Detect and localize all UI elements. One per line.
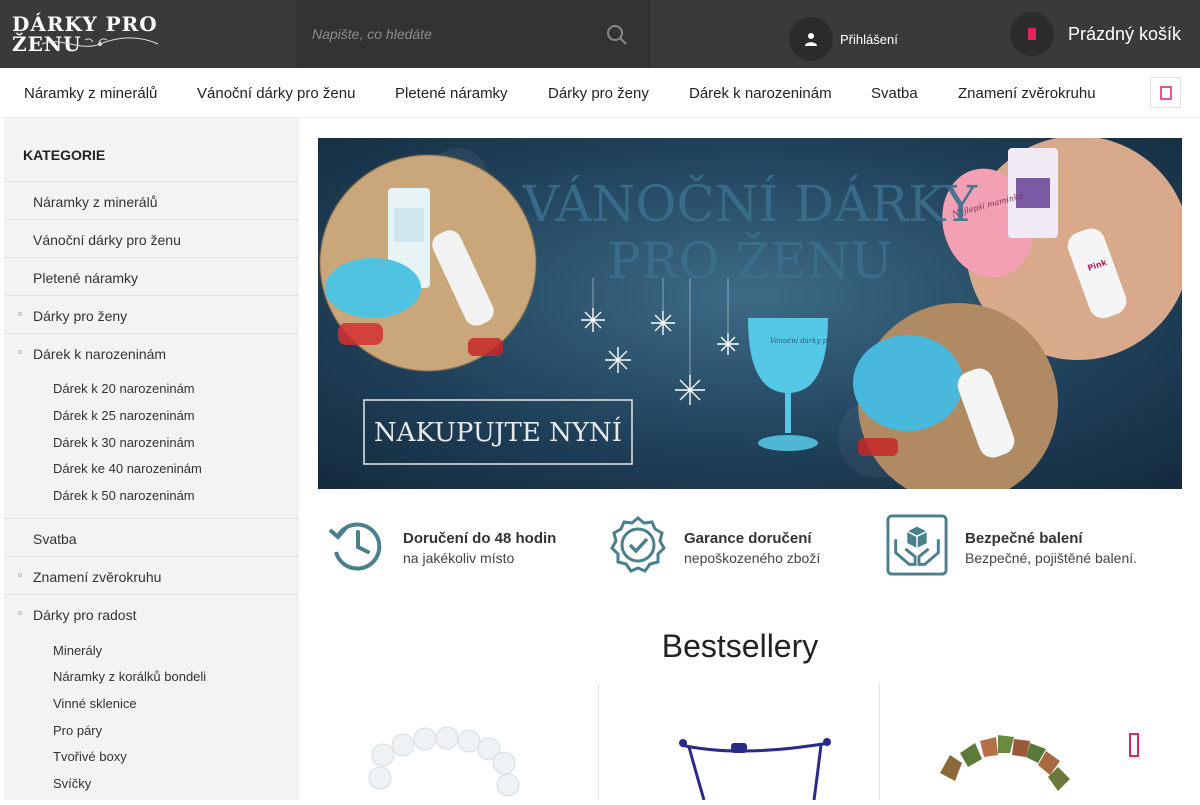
sidebar-title: KATEGORIE (23, 147, 106, 163)
feature-guarantee: Garance doručení nepoškozeného zboží (607, 514, 867, 578)
sidebar-subitem[interactable]: Dárek k 50 narozeninám (53, 488, 195, 503)
sidebar-item-darky-pro-zeny[interactable]: Dárky pro ženy (4, 295, 299, 333)
menu-toggle-button[interactable] (1150, 77, 1181, 108)
sidebar-subitem[interactable]: Dárek k 20 narozeninám (53, 381, 195, 396)
feature-subtitle: Bezpečné, pojištěné balení. (965, 550, 1138, 566)
search-input[interactable] (312, 24, 592, 44)
cart-label: Prázdný košík (1068, 23, 1182, 44)
sidebar-item-naramky-z-mineralu[interactable]: Náramky z minerálů (4, 181, 299, 219)
nav-item-darky-pro-zeny[interactable]: Dárky pro ženy (548, 85, 649, 102)
feature-title: Garance doručení (684, 530, 812, 547)
badge-check-icon (610, 516, 666, 573)
sidebar-subitem[interactable]: Náramky z korálků bondeli (53, 669, 206, 684)
sidebar-item-label: Dárky pro ženy (33, 308, 128, 324)
banner-title-line1: VÁNOČNÍ DÁRKY (522, 174, 978, 233)
sidebar-subitem[interactable]: Dárek ke 40 narozeninám (53, 461, 202, 476)
logo-swirl-icon (41, 37, 159, 47)
nav-item-naramky-z-mineralu[interactable]: Náramky z minerálů (24, 85, 157, 102)
bullet-icon (18, 350, 22, 354)
glass-inscription: Vánoční dárky pro ženu (770, 337, 854, 345)
sidebar-item-vanocni-darky[interactable]: Vánoční dárky pro ženu (4, 219, 299, 257)
sidebar-subitem[interactable]: Vinné sklenice (53, 696, 137, 711)
menu-icon (1159, 85, 1172, 100)
sidebar-subitem[interactable]: Minerály (53, 643, 102, 658)
nav-item-znameni-zverokruhu[interactable]: Znamení zvěrokruhu (958, 85, 1096, 102)
feature-delivery: Doručení do 48 hodin na jakékoliv místo (326, 514, 586, 578)
product-card[interactable] (598, 683, 879, 801)
cart-icon (1010, 12, 1054, 56)
sidebar-item-label: Znamení zvěrokruhu (33, 569, 162, 585)
banner-cta[interactable]: NAKUPUJTE NYNÍ (374, 416, 622, 448)
cart-button[interactable]: Prázdný košík (1010, 12, 1181, 56)
sidebar-subitem[interactable]: Dárek k 25 narozeninám (53, 408, 195, 423)
feature-title: Doručení do 48 hodin (403, 530, 557, 547)
carousel-next-icon[interactable] (1122, 730, 1146, 760)
site-header: DÁRKY PRO ŽENU Přihlášení Prázdný košík (0, 0, 1200, 68)
search-bar (297, 0, 650, 68)
bullet-icon (18, 312, 22, 316)
main-navigation: Náramky z minerálů Vánoční dárky pro žen… (0, 68, 1200, 118)
sidebar-subitem[interactable]: Dárek k 30 narozeninám (53, 435, 195, 450)
sidebar-item-znameni-zverokruhu[interactable]: Znamení zvěrokruhu (4, 556, 299, 594)
sidebar-item-label: Svatba (33, 531, 77, 547)
box-hands-icon (886, 514, 948, 576)
bullet-icon (18, 611, 22, 615)
hero-banner[interactable]: Vánoční dárky pro ženu Nejlepší maminka … (318, 138, 1182, 489)
feature-subtitle: nepoškozeného zboží (684, 550, 821, 566)
search-icon[interactable] (606, 24, 628, 46)
category-sidebar: KATEGORIE Náramky z minerálů Vánoční dár… (4, 118, 299, 800)
sidebar-item-label: Vánoční dárky pro ženu (33, 232, 181, 248)
sidebar-item-label: Dárek k narozeninám (33, 346, 167, 362)
feature-packaging: Bezpečné balení Bezpečné, pojištěné bale… (886, 514, 1176, 578)
clock-history-icon (328, 522, 382, 571)
sidebar-item-pletene-naramky[interactable]: Pletené náramky (4, 257, 299, 295)
sidebar-item-label: Náramky z minerálů (33, 194, 158, 210)
feature-subtitle: na jakékoliv místo (403, 550, 515, 566)
sidebar-subitem[interactable]: Svíčky (53, 776, 91, 791)
login-button[interactable]: Přihlášení (789, 17, 898, 61)
nav-item-vanocni-darky[interactable]: Vánoční dárky pro ženu (197, 85, 355, 102)
product-image-unakite-bracelet (940, 735, 1070, 791)
sidebar-item-label: Pletené náramky (33, 270, 139, 286)
banner-title-line2: PRO ŽENU (607, 231, 892, 290)
product-card[interactable] (879, 683, 1160, 800)
bullet-icon (18, 573, 22, 577)
site-logo[interactable]: DÁRKY PRO ŽENU (12, 14, 194, 54)
nav-item-darek-k-narozeninam[interactable]: Dárek k narozeninám (689, 85, 832, 102)
bestsellers-heading: Bestsellery (661, 628, 819, 664)
sidebar-item-darky-pro-radost[interactable]: Dárky pro radost (4, 594, 299, 800)
product-card[interactable] (318, 683, 599, 800)
sidebar-subitem[interactable]: Tvořivé boxy (53, 749, 127, 764)
login-label: Přihlášení (840, 31, 898, 47)
nav-item-svatba[interactable]: Svatba (871, 85, 918, 102)
user-icon (789, 17, 833, 61)
product-image-string-bracelet (679, 738, 831, 801)
sidebar-item-svatba[interactable]: Svatba (4, 518, 299, 556)
banner-image: Vánoční dárky pro ženu Nejlepší maminka … (318, 138, 1182, 489)
nav-item-pletene-naramky[interactable]: Pletené náramky (395, 85, 508, 102)
sidebar-subitem[interactable]: Pro páry (53, 723, 102, 738)
sidebar-item-label: Dárky pro radost (33, 607, 137, 623)
product-image-moonstone-bracelet (368, 726, 520, 797)
feature-title: Bezpečné balení (965, 530, 1083, 547)
